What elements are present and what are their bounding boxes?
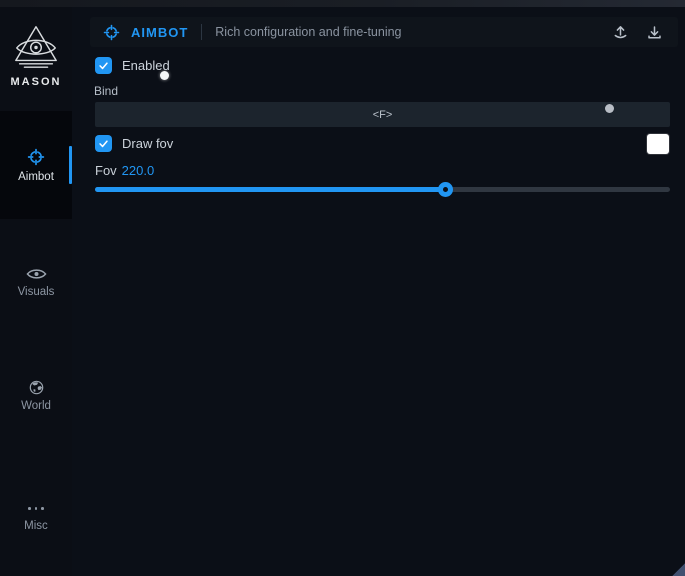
- page-header: AIMBOT Rich configuration and fine-tunin…: [90, 17, 678, 47]
- window-top-strip: [0, 0, 685, 7]
- globe-icon: [29, 380, 44, 395]
- fov-slider-fill: [95, 187, 446, 192]
- logo: MASON: [0, 23, 72, 88]
- draw-fov-row: Draw fov: [95, 135, 173, 152]
- crosshair-icon: [27, 148, 45, 166]
- bind-label: Bind: [94, 84, 118, 98]
- sidebar-item-visuals[interactable]: Visuals: [0, 247, 72, 317]
- draw-fov-label: Draw fov: [122, 136, 173, 151]
- enabled-row: Enabled: [95, 57, 170, 74]
- crosshair-icon: [103, 24, 120, 41]
- fov-label: Fov: [95, 163, 117, 178]
- page-subtitle: Rich configuration and fine-tuning: [215, 25, 401, 39]
- bind-key-input[interactable]: <F>: [95, 102, 670, 127]
- page-title: AIMBOT: [131, 25, 188, 40]
- particle-dot: [605, 104, 614, 113]
- sidebar-item-aimbot[interactable]: Aimbot: [0, 111, 72, 219]
- download-config-button[interactable]: [643, 21, 665, 43]
- fov-value: 220.0: [122, 163, 155, 178]
- sidebar-item-world[interactable]: World: [0, 361, 72, 431]
- upload-config-button[interactable]: [609, 21, 631, 43]
- ellipsis-icon: [28, 503, 44, 515]
- window-corner: [672, 563, 685, 576]
- sidebar-item-misc[interactable]: Misc: [0, 482, 72, 552]
- check-icon: [97, 59, 110, 72]
- check-icon: [97, 137, 110, 150]
- logo-label: MASON: [11, 76, 62, 88]
- eye-icon: [26, 267, 47, 281]
- cursor-dot: [160, 71, 169, 80]
- sidebar-item-label: Visuals: [18, 286, 55, 298]
- pyramid-eye-icon: [11, 23, 61, 71]
- fov-slider-thumb[interactable]: [438, 182, 453, 197]
- fov-label-row: Fov 220.0: [95, 163, 154, 178]
- sidebar: MASON Aimbot Visuals: [0, 7, 72, 576]
- fov-slider[interactable]: [95, 187, 670, 192]
- bind-key-value: <F>: [373, 109, 393, 121]
- draw-fov-checkbox[interactable]: [95, 135, 112, 152]
- sidebar-item-label: Aimbot: [18, 171, 54, 183]
- enabled-checkbox[interactable]: [95, 57, 112, 74]
- fov-color-swatch[interactable]: [647, 134, 669, 154]
- sidebar-item-label: World: [21, 400, 51, 412]
- divider: [201, 24, 202, 40]
- sidebar-item-label: Misc: [24, 520, 48, 532]
